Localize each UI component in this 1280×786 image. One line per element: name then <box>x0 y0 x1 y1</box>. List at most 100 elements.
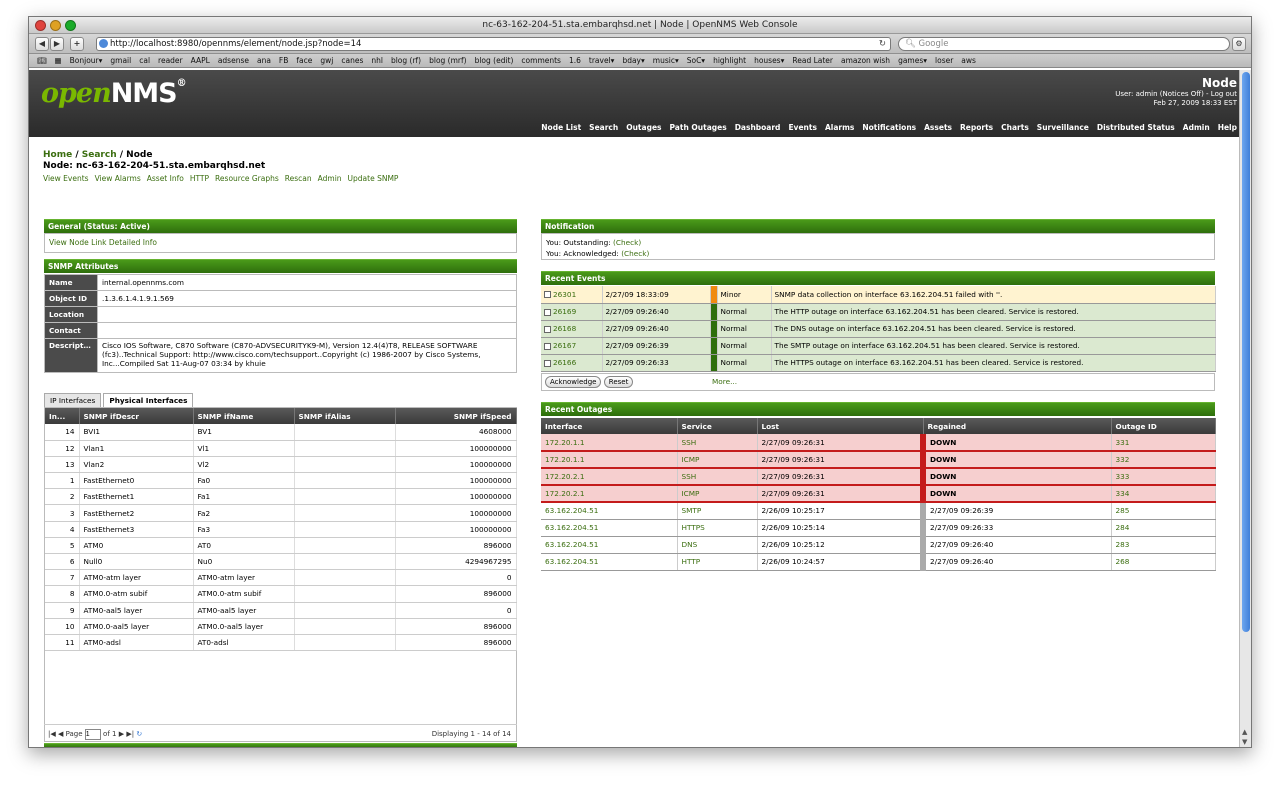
col-outage-id[interactable]: Outage ID <box>1111 418 1216 434</box>
outage-service-link[interactable]: ICMP <box>677 485 758 503</box>
table-row[interactable]: 14 BVI1 BV1 4608000 <box>45 424 517 441</box>
link-view-events[interactable]: View Events <box>43 174 89 183</box>
outage-id-link[interactable]: 284 <box>1111 519 1216 537</box>
col-regained[interactable]: Regained <box>923 418 1112 434</box>
event-id-link[interactable]: 26301 <box>553 290 576 299</box>
url-bar[interactable]: http://localhost:8980/opennms/element/no… <box>96 37 891 51</box>
nav-help[interactable]: Help <box>1218 123 1237 132</box>
outage-row[interactable]: 63.162.204.51 HTTPS 2/26/09 10:25:14 2/27/0… <box>541 519 1216 537</box>
outage-id-link[interactable]: 283 <box>1111 536 1216 554</box>
outage-service-link[interactable]: SMTP <box>677 502 758 520</box>
bookmark-item[interactable]: highlight <box>713 56 746 65</box>
outage-row[interactable]: 63.162.204.51 SMTP 2/26/09 10:25:17 2/27/09… <box>541 502 1216 520</box>
bookmark-item[interactable]: nhl <box>371 56 383 65</box>
book-icon[interactable]: 📖︎ <box>37 56 47 65</box>
nav-dashboard[interactable]: Dashboard <box>735 123 781 132</box>
reset-button[interactable]: Reset <box>603 376 634 388</box>
col-service[interactable]: Service <box>677 418 758 434</box>
bookmark-item[interactable]: loser <box>935 56 953 65</box>
outage-interface-link[interactable]: 172.20.2.1 <box>541 485 678 503</box>
outage-interface-link[interactable]: 63.162.204.51 <box>541 502 678 520</box>
nav-node-list[interactable]: Node List <box>541 123 581 132</box>
bookmark-item[interactable]: ana <box>257 56 271 65</box>
outage-interface-link[interactable]: 172.20.2.1 <box>541 468 678 486</box>
outage-service-link[interactable]: SSH <box>677 434 758 452</box>
node-link-detail-link[interactable]: View Node Link Detailed Info <box>49 238 157 247</box>
event-checkbox[interactable] <box>544 308 551 316</box>
page-number-input[interactable] <box>84 729 101 740</box>
next-page-icon[interactable]: ▶ <box>119 730 124 738</box>
outage-interface-link[interactable]: 63.162.204.51 <box>541 553 678 571</box>
bookmark-item[interactable]: games▾ <box>898 56 927 65</box>
bookmark-item[interactable]: cal <box>139 56 150 65</box>
event-row[interactable]: 26168 2/27/09 09:26:40 Normal The DNS outag… <box>541 320 1216 338</box>
table-row[interactable]: 6 Null0 Nu0 4294967295 <box>45 553 517 571</box>
link-resource-graphs[interactable]: Resource Graphs <box>215 174 279 183</box>
table-row[interactable]: 7 ATM0-atm layer ATM0-atm layer 0 <box>45 569 517 587</box>
first-page-icon[interactable]: |◀ <box>48 730 56 738</box>
user-line[interactable]: User: admin (Notices Off) - Log out <box>1115 90 1237 99</box>
col-interface[interactable]: Interface <box>541 418 678 434</box>
outage-service-link[interactable]: DNS <box>677 536 758 554</box>
table-row[interactable]: 2 FastEthernet1 Fa1 100000000 <box>45 488 517 506</box>
outage-id-link[interactable]: 334 <box>1111 485 1216 503</box>
bookmark-item[interactable]: 1.6 <box>569 56 581 65</box>
tab-physical-interfaces[interactable]: Physical Interfaces <box>103 393 194 407</box>
link-asset-info[interactable]: Asset Info <box>147 174 184 183</box>
scroll-up-icon[interactable]: ▲ <box>1242 728 1247 736</box>
search-field[interactable]: 🔍︎ Google <box>898 37 1230 51</box>
event-checkbox[interactable] <box>544 342 551 350</box>
event-checkbox[interactable] <box>544 325 551 333</box>
outage-row[interactable]: 63.162.204.51 DNS 2/26/09 10:25:12 2/27/09 … <box>541 536 1216 554</box>
event-id-link[interactable]: 26169 <box>553 307 576 316</box>
outage-id-link[interactable]: 268 <box>1111 553 1216 571</box>
bookmark-item[interactable]: AAPL <box>191 56 210 65</box>
table-row[interactable]: 9 ATM0-aal5 layer ATM0-aal5 layer 0 <box>45 602 517 619</box>
outage-id-link[interactable]: 332 <box>1111 451 1216 469</box>
bookmark-item[interactable]: adsense <box>218 56 249 65</box>
bookmark-item[interactable]: FB <box>279 56 288 65</box>
breadcrumb-search[interactable]: Search <box>82 150 117 160</box>
table-row[interactable]: 1 FastEthernet0 Fa0 100000000 <box>45 472 517 490</box>
nav-alarms[interactable]: Alarms <box>825 123 854 132</box>
event-row[interactable]: 26301 2/27/09 18:33:09 Minor SNMP data coll… <box>541 286 1216 304</box>
bookmark-item[interactable]: aws <box>961 56 976 65</box>
outage-service-link[interactable]: HTTPS <box>677 519 758 537</box>
nav-path-outages[interactable]: Path Outages <box>670 123 727 132</box>
col-lost[interactable]: Lost <box>757 418 924 434</box>
event-checkbox[interactable] <box>544 291 551 299</box>
outage-row[interactable]: 172.20.1.1 ICMP 2/27/09 09:26:31 DOWN 332 <box>541 451 1216 469</box>
col-ifname[interactable]: SNMP ifName <box>193 408 295 424</box>
page-scrollbar[interactable]: ▲ ▼ <box>1239 70 1251 747</box>
bookmark-item[interactable]: Bonjour▾ <box>70 56 103 65</box>
outage-interface-link[interactable]: 63.162.204.51 <box>541 519 678 537</box>
event-checkbox[interactable] <box>544 359 551 367</box>
nav-assets[interactable]: Assets <box>924 123 952 132</box>
nav-outages[interactable]: Outages <box>626 123 661 132</box>
prev-page-icon[interactable]: ◀ <box>58 730 63 738</box>
bookmark-item[interactable]: blog (rf) <box>391 56 421 65</box>
col-ifspeed[interactable]: SNMP ifSpeed <box>395 408 517 424</box>
nav-admin[interactable]: Admin <box>1183 123 1210 132</box>
nav-events[interactable]: Events <box>788 123 817 132</box>
nav-notifications[interactable]: Notifications <box>862 123 916 132</box>
nav-distributed-status[interactable]: Distributed Status <box>1097 123 1175 132</box>
table-row[interactable]: 13 Vlan2 Vl2 100000000 <box>45 456 517 474</box>
table-row[interactable]: 5 ATM0 AT0 896000 <box>45 537 517 555</box>
refresh-icon[interactable]: ↻ <box>136 730 142 738</box>
outage-row[interactable]: 172.20.1.1 SSH 2/27/09 09:26:31 DOWN 331 <box>541 434 1216 452</box>
event-row[interactable]: 26167 2/27/09 09:26:39 Normal The SMTP outa… <box>541 337 1216 355</box>
bookmark-item[interactable]: reader <box>158 56 183 65</box>
breadcrumb-home[interactable]: Home <box>43 150 72 160</box>
link-update-snmp[interactable]: Update SNMP <box>348 174 399 183</box>
bookmark-item[interactable]: blog (edit) <box>475 56 514 65</box>
outstanding-check-link[interactable]: (Check) <box>613 238 641 247</box>
back-arrow-icon[interactable]: ◀ <box>35 37 49 51</box>
link-view-alarms[interactable]: View Alarms <box>95 174 141 183</box>
link-http[interactable]: HTTP <box>190 174 209 183</box>
table-row[interactable]: 10 ATM0.0-aal5 layer ATM0.0-aal5 layer 8960… <box>45 618 517 635</box>
bookmark-item[interactable]: travel▾ <box>589 56 615 65</box>
nav-reports[interactable]: Reports <box>960 123 993 132</box>
tab-ip-interfaces[interactable]: IP Interfaces <box>44 393 102 407</box>
nav-surveillance[interactable]: Surveillance <box>1037 123 1089 132</box>
